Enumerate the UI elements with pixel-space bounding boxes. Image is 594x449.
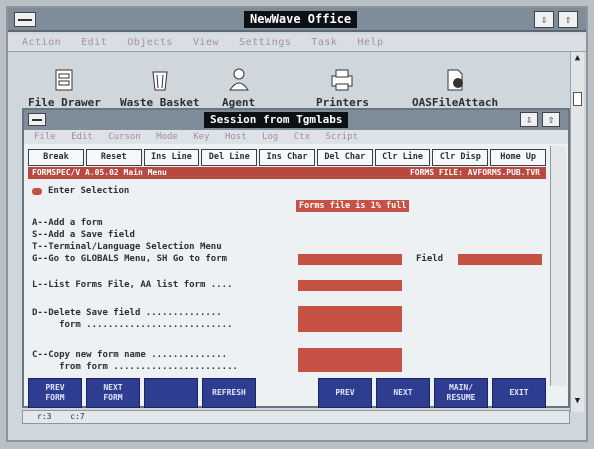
field-label: Field — [416, 254, 444, 264]
session-title-bar[interactable]: Session from Tgmlabs ⇩ ⇧ — [24, 110, 568, 130]
fkey-reset-button[interactable]: Reset — [85, 149, 142, 166]
softkey-main-resume[interactable]: MAIN/ RESUME — [434, 378, 488, 408]
option-terminal-language: T--Terminal/Language Selection Menu — [32, 242, 222, 252]
menu-task[interactable]: Task — [311, 37, 337, 48]
menu-action[interactable]: Action — [22, 37, 61, 48]
option-copy-from-form: from form ....................... — [32, 362, 238, 372]
session-minimize-button[interactable]: ⇩ — [520, 112, 538, 127]
outer-maximize-button[interactable]: ⇧ — [558, 11, 578, 28]
fkey-ins-line-button[interactable]: Ins Line — [143, 149, 200, 166]
outer-window-title: NewWave Office — [244, 11, 358, 28]
session-maximize-button[interactable]: ⇧ — [542, 112, 560, 127]
outer-system-menu-button[interactable] — [14, 12, 36, 27]
file-drawer-icon — [55, 69, 73, 91]
fkey-ins-char-button[interactable]: Ins Char — [259, 149, 315, 166]
terminal-status-line: FORMSPEC/V A.05.02 Main Menu FORMS FILE:… — [28, 167, 546, 179]
session-menu-file[interactable]: File — [34, 132, 56, 142]
terminal-screen: Enter Selection Forms file is 1% full A-… — [32, 184, 542, 372]
menu-help[interactable]: Help — [357, 37, 383, 48]
session-menu-log[interactable]: Log — [262, 132, 278, 142]
session-menu-edit[interactable]: Edit — [71, 132, 93, 142]
session-menu-bar: File Edit Curson Mode Key Host Log Ctx S… — [24, 130, 568, 144]
fkey-clr-disp-button[interactable]: Clr Disp — [432, 149, 489, 166]
softkey-bar: PREV FORM NEXT FORM REFRESH PREV NEXT MA… — [28, 378, 546, 410]
desktop-icon-oasfileattach[interactable]: OASFileAttach — [412, 66, 498, 109]
option-add-save-field: S--Add a Save field — [32, 230, 135, 240]
terminal-function-key-row: Break Reset Ins Line Del Line Ins Char D… — [28, 149, 547, 166]
desktop-icon-agent[interactable]: Agent — [222, 66, 255, 109]
menu-objects[interactable]: Objects — [127, 37, 173, 48]
copy-form-input[interactable] — [298, 348, 402, 372]
waste-basket-icon — [152, 71, 168, 91]
session-menu-key[interactable]: Key — [193, 132, 209, 142]
fkey-del-char-button[interactable]: Del Char — [316, 149, 373, 166]
outer-vertical-scrollbar[interactable]: ▲ ▼ — [570, 52, 584, 412]
menu-edit[interactable]: Edit — [81, 37, 107, 48]
outer-menu-bar: Action Edit Objects View Settings Task H… — [8, 34, 586, 52]
outer-minimize-button[interactable]: ⇩ — [534, 11, 554, 28]
forms-full-banner: Forms file is 1% full — [296, 200, 410, 212]
desktop-icon-waste-basket[interactable]: Waste Basket — [120, 66, 199, 109]
session-menu-curson[interactable]: Curson — [108, 132, 141, 142]
softkey-refresh[interactable]: REFRESH — [202, 378, 256, 408]
session-menu-script[interactable]: Script — [325, 132, 358, 142]
status-program-name: FORMSPEC/V A.05.02 Main Menu — [32, 168, 167, 177]
option-add-form: A--Add a form — [32, 218, 103, 228]
session-window: Session from Tgmlabs ⇩ ⇧ File Edit Curso… — [22, 108, 570, 408]
option-copy-form: C--Copy new form name .............. — [32, 350, 228, 360]
option-list-forms: L--List Forms File, AA list form .... — [32, 280, 233, 290]
desktop-icon-printers[interactable]: Printers — [316, 66, 369, 109]
softkey-next[interactable]: NEXT — [376, 378, 430, 408]
delete-field-input[interactable] — [298, 306, 402, 332]
session-status-bar: r:3 c:7 — [22, 410, 570, 424]
softkey-blank[interactable] — [144, 378, 198, 408]
go-to-form-input[interactable] — [298, 254, 402, 265]
menu-view[interactable]: View — [193, 37, 219, 48]
fkey-break-button[interactable]: Break — [28, 149, 84, 166]
option-delete-form: form ........................... — [32, 320, 233, 330]
menu-settings[interactable]: Settings — [239, 37, 291, 48]
fkey-del-line-button[interactable]: Del Line — [201, 149, 258, 166]
scroll-up-arrow-icon[interactable]: ▲ — [572, 53, 583, 64]
session-vertical-scrollbar[interactable] — [550, 146, 566, 386]
outer-title-bar[interactable]: NewWave Office ⇩ ⇧ — [8, 8, 586, 32]
option-delete-save-field: D--Delete Save field .............. — [32, 308, 222, 318]
field-name-input[interactable] — [458, 254, 542, 265]
cursor-row-readout: r:3 — [37, 412, 52, 421]
session-menu-host[interactable]: Host — [225, 132, 247, 142]
softkey-next-form[interactable]: NEXT FORM — [86, 378, 140, 408]
list-form-input[interactable] — [298, 280, 402, 291]
outer-scroll-thumb[interactable] — [573, 92, 582, 106]
softkey-prev-form[interactable]: PREV FORM — [28, 378, 82, 408]
session-menu-mode[interactable]: Mode — [156, 132, 178, 142]
session-menu-ctx[interactable]: Ctx — [294, 132, 310, 142]
fkey-clr-line-button[interactable]: Clr Line — [374, 149, 431, 166]
cursor-col-readout: c:7 — [70, 412, 85, 421]
scroll-down-arrow-icon[interactable]: ▼ — [572, 396, 583, 407]
desktop-icon-file-drawer[interactable]: File Drawer — [28, 66, 101, 109]
fkey-home-up-button[interactable]: Home Up — [490, 149, 547, 166]
enter-selection-label: Enter Selection — [48, 186, 130, 196]
selection-marker-icon — [32, 188, 42, 195]
session-window-title: Session from Tgmlabs — [204, 112, 349, 128]
agent-icon — [228, 68, 249, 91]
option-go-to-globals: G--Go to GLOBALS Menu, SH Go to form — [32, 254, 228, 264]
softkey-exit[interactable]: EXIT — [492, 378, 546, 408]
softkey-prev[interactable]: PREV — [318, 378, 372, 408]
session-system-menu-button[interactable] — [28, 113, 46, 126]
status-forms-file: FORMS FILE: AVFORMS.PUB.TVR — [409, 168, 540, 177]
printers-icon — [331, 69, 353, 91]
file-attach-icon — [447, 69, 464, 91]
